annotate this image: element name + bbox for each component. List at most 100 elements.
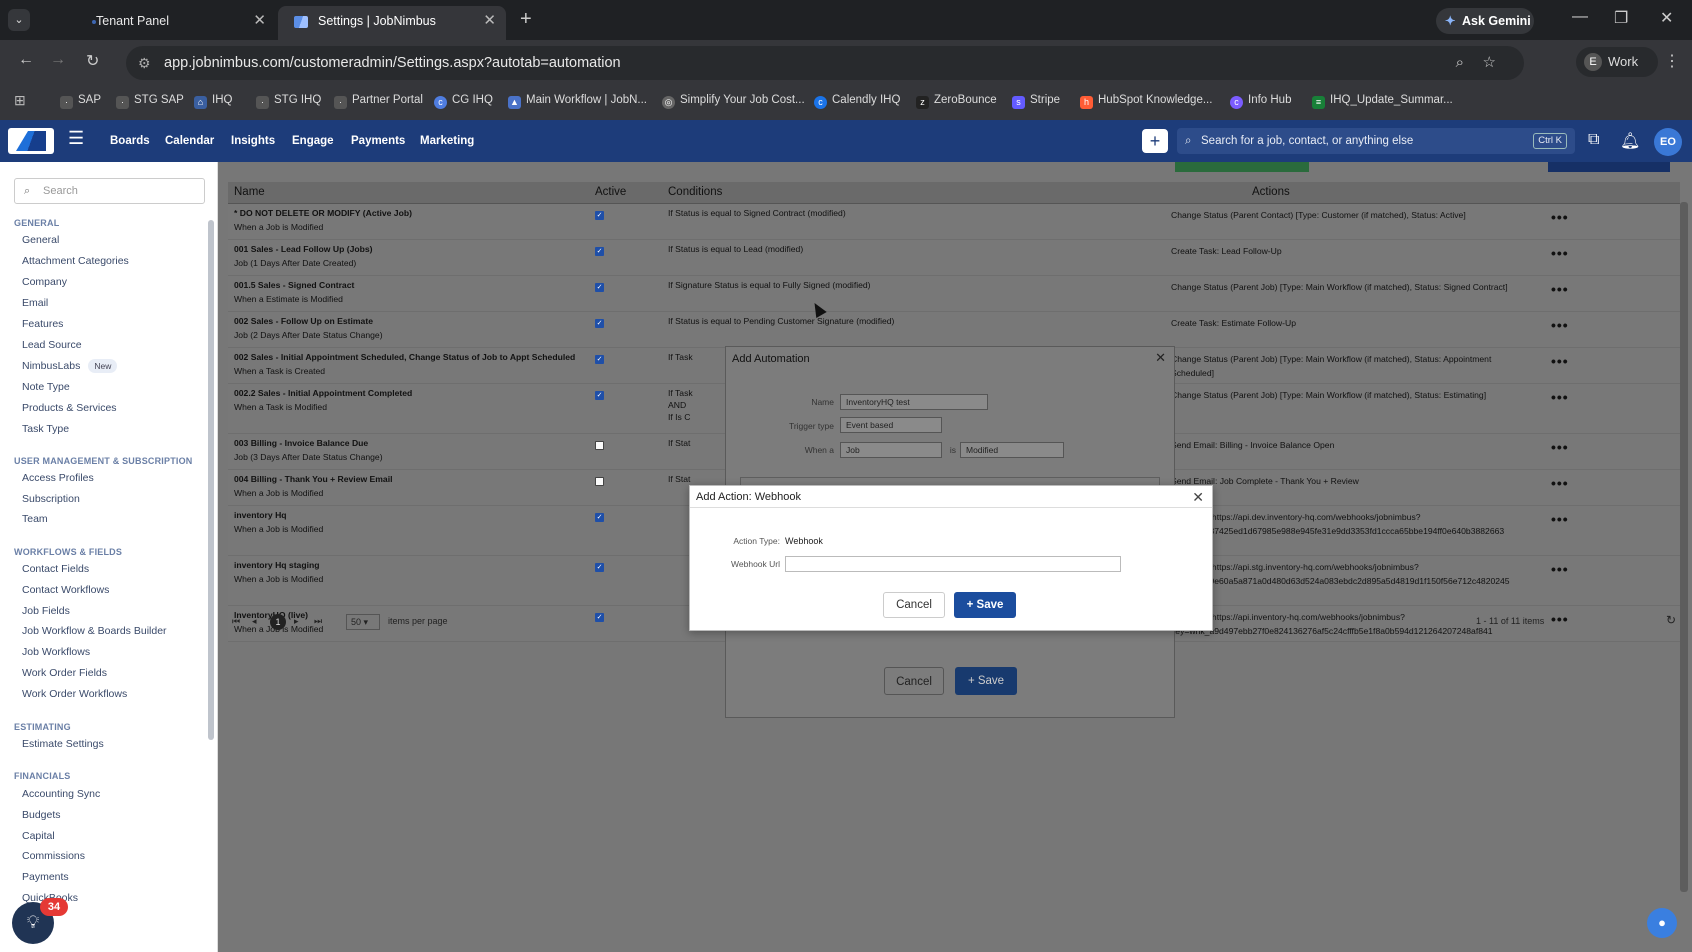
chat-icon[interactable]: ● — [1647, 908, 1677, 938]
webhook-cancel-button[interactable]: Cancel — [883, 592, 945, 618]
bookmark-stg-ihq[interactable]: · STG IHQ — [256, 86, 321, 114]
back-icon[interactable]: ← — [18, 51, 34, 69]
close-tab-icon[interactable]: ✕ — [253, 6, 266, 36]
sidebar-item-work-order-fields[interactable]: Work Order Fields — [22, 667, 107, 679]
hamburger-menu-icon[interactable]: ☰ — [68, 128, 84, 149]
nav-insights[interactable]: Insights — [231, 120, 275, 162]
sidebar-item-subscription[interactable]: Subscription — [22, 493, 80, 505]
col-actions[interactable]: Actions — [1252, 186, 1290, 198]
jobnimbus-logo[interactable] — [8, 128, 54, 154]
prev-page-icon[interactable]: ◂ — [252, 616, 257, 627]
bookmark-calendly[interactable]: c Calendly IHQ — [814, 86, 900, 114]
sidebar-search-input[interactable]: ⌕ Search — [14, 178, 205, 204]
sidebar-item-work-order-workflows[interactable]: Work Order Workflows — [22, 688, 127, 700]
close-icon[interactable]: ✕ — [1155, 350, 1166, 366]
bookmark-simplify[interactable]: ◎ Simplify Your Job Cost... — [662, 86, 805, 114]
close-icon[interactable]: ✕ — [1192, 486, 1204, 508]
bell-icon[interactable]: 🔔︎ — [1620, 131, 1640, 151]
row-menu-icon[interactable]: ••• — [1551, 245, 1569, 261]
sidebar-scrollbar[interactable] — [208, 220, 214, 740]
last-page-icon[interactable]: ⏭ — [314, 616, 322, 627]
active-checkbox[interactable]: ✓ — [595, 563, 604, 572]
bookmark-stripe[interactable]: s Stripe — [1012, 86, 1060, 114]
bookmark-stg-sap[interactable]: · STG SAP — [116, 86, 184, 114]
sidebar-item-access-profiles[interactable]: Access Profiles — [22, 472, 94, 484]
add-text-automation-button[interactable] — [1175, 162, 1309, 172]
sidebar-item-task-type[interactable]: Task Type — [22, 423, 69, 435]
nav-marketing[interactable]: Marketing — [420, 120, 474, 162]
user-avatar[interactable]: EO — [1654, 128, 1682, 156]
active-checkbox[interactable]: ✓ — [595, 247, 604, 256]
bookmark-cg-ihq[interactable]: c CG IHQ — [434, 86, 493, 114]
refresh-icon[interactable]: ↻ — [1666, 613, 1676, 627]
browser-tab-settings[interactable]: Settings | JobNimbus ✕ — [278, 6, 506, 40]
nav-payments[interactable]: Payments — [351, 120, 405, 162]
bookmark-hubspot[interactable]: h HubSpot Knowledge... — [1080, 86, 1212, 114]
sidebar-item-note-type[interactable]: Note Type — [22, 381, 70, 393]
active-checkbox[interactable]: ✓ — [595, 283, 604, 292]
next-page-icon[interactable]: ▸ — [294, 616, 299, 627]
reload-icon[interactable]: ↻ — [86, 51, 99, 71]
sidebar-item-contact-fields[interactable]: Contact Fields — [22, 563, 89, 575]
sidebar-item-estimate-settings[interactable]: Estimate Settings — [22, 738, 104, 750]
tab-search-icon[interactable]: ⌄ — [8, 9, 30, 31]
sidebar-item-job-workflow-boards[interactable]: Job Workflow & Boards Builder — [22, 625, 167, 637]
row-menu-icon[interactable]: ••• — [1551, 439, 1569, 455]
restore-icon[interactable]: ❐ — [1614, 8, 1628, 28]
sidebar-item-general[interactable]: General — [22, 234, 59, 246]
bookmark-sap[interactable]: · SAP — [60, 86, 101, 114]
automation-name[interactable]: 001.5 Sales - Signed Contract — [234, 280, 354, 290]
active-checkbox[interactable] — [595, 477, 604, 486]
automation-name[interactable]: 001 Sales - Lead Follow Up (Jobs) — [234, 244, 373, 254]
integrations-icon[interactable]: ⧉ — [1588, 131, 1599, 149]
apps-grid-icon[interactable]: ⊞ — [14, 86, 26, 114]
active-checkbox[interactable]: ✓ — [595, 355, 604, 364]
bookmark-info-hub[interactable]: c Info Hub — [1230, 86, 1291, 114]
sidebar-item-features[interactable]: Features — [22, 318, 63, 330]
nav-calendar[interactable]: Calendar — [165, 120, 214, 162]
quick-add-button[interactable]: + — [1142, 129, 1168, 153]
nav-engage[interactable]: Engage — [292, 120, 334, 162]
row-menu-icon[interactable]: ••• — [1551, 317, 1569, 333]
sidebar-item-budgets[interactable]: Budgets — [22, 809, 61, 821]
url-bar[interactable]: ⚙ app.jobnimbus.com/customeradmin/Settin… — [126, 46, 1524, 80]
minimize-icon[interactable]: — — [1572, 8, 1588, 26]
table-row[interactable]: * DO NOT DELETE OR MODIFY (Active Job) Wh… — [228, 204, 1680, 240]
sidebar-item-job-workflows[interactable]: Job Workflows — [22, 646, 90, 658]
close-window-icon[interactable]: ✕ — [1660, 8, 1673, 28]
forward-icon[interactable]: → — [50, 51, 66, 69]
table-row[interactable]: 001 Sales - Lead Follow Up (Jobs) Job (1 … — [228, 240, 1680, 276]
automation-name[interactable]: * DO NOT DELETE OR MODIFY (Active Job) — [234, 208, 412, 218]
is-select[interactable]: Modified — [960, 442, 1064, 458]
browser-tab-tenant-panel[interactable]: Tenant Panel ✕ — [42, 6, 276, 40]
profile-button[interactable]: E Work — [1576, 47, 1658, 77]
per-page-select[interactable]: 50 ▾ — [346, 614, 380, 630]
active-checkbox[interactable]: ✓ — [595, 391, 604, 400]
sidebar-item-email[interactable]: Email — [22, 297, 48, 309]
row-menu-icon[interactable]: ••• — [1551, 209, 1569, 225]
ask-gemini-button[interactable]: Ask Gemini — [1436, 8, 1534, 34]
automation-save-button[interactable]: + Save — [955, 667, 1017, 695]
automation-name[interactable]: 003 Billing - Invoice Balance Due — [234, 438, 368, 448]
active-checkbox[interactable]: ✓ — [595, 319, 604, 328]
sidebar-item-capital[interactable]: Capital — [22, 830, 55, 842]
bookmark-star-icon[interactable]: ☆ — [1483, 46, 1496, 80]
sidebar-item-commissions[interactable]: Commissions — [22, 850, 85, 862]
sidebar-item-payments[interactable]: Payments — [22, 871, 69, 883]
bookmark-zerobounce[interactable]: z ZeroBounce — [916, 86, 997, 114]
trigger-type-select[interactable]: Event based — [840, 417, 942, 433]
automation-cancel-button[interactable]: Cancel — [884, 667, 944, 695]
sidebar-item-contact-workflows[interactable]: Contact Workflows — [22, 584, 109, 596]
add-automation-button[interactable] — [1548, 162, 1670, 172]
automation-name[interactable]: 002 Sales - Follow Up on Estimate — [234, 316, 373, 326]
sidebar-item-attachment-categories[interactable]: Attachment Categories — [22, 255, 129, 267]
bookmark-main-workflow[interactable]: ▲ Main Workflow | JobN... — [508, 86, 647, 114]
row-menu-icon[interactable]: ••• — [1551, 511, 1569, 527]
sidebar-item-company[interactable]: Company — [22, 276, 67, 288]
site-settings-icon[interactable]: ⚙ — [138, 46, 151, 80]
col-name[interactable]: Name — [234, 186, 265, 198]
sidebar-item-job-fields[interactable]: Job Fields — [22, 605, 70, 617]
main-scrollbar[interactable] — [1680, 202, 1688, 892]
zoom-icon[interactable]: ⌕ — [1456, 46, 1464, 80]
bookmark-partner-portal[interactable]: · Partner Portal — [334, 86, 423, 114]
